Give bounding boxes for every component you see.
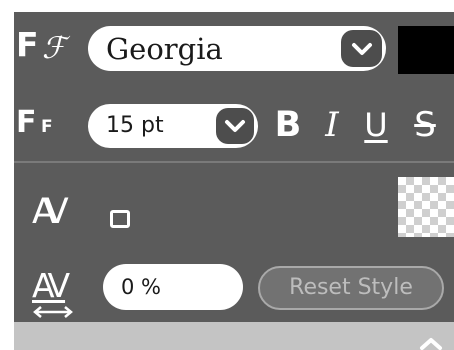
underline-button[interactable]: U (359, 103, 393, 147)
font-family-icon-script-letter: ℱ (42, 31, 66, 66)
letter-spacing-icon: AV (32, 266, 84, 326)
panel-body: F ℱ Georgia F F 15 pt B I U S AV AV 0 % … (14, 12, 454, 350)
double-arrow-icon (33, 306, 73, 318)
chevron-up-icon[interactable] (418, 336, 444, 350)
font-family-icon-letter: F (16, 25, 39, 64)
panel-bottom-bar (14, 322, 454, 350)
font-size-icon-big-letter: F (16, 105, 37, 140)
bold-button[interactable]: B (270, 103, 306, 147)
font-size-select[interactable]: 15 pt (88, 104, 258, 148)
font-size-icon: F F (16, 106, 76, 146)
font-size-value: 15 pt (106, 113, 164, 138)
text-color-swatch[interactable] (398, 26, 454, 74)
reset-style-button[interactable]: Reset Style (258, 266, 444, 310)
chevron-down-icon[interactable] (341, 30, 382, 67)
background-color-swatch[interactable] (398, 177, 454, 237)
chevron-down-icon[interactable] (216, 108, 254, 144)
kerning-checkbox[interactable] (110, 210, 130, 228)
font-family-icon: F ℱ (16, 25, 78, 69)
kerning-icon: AV (32, 192, 69, 232)
text-style-panel: F ℱ Georgia F F 15 pt B I U S AV AV 0 % … (0, 0, 454, 350)
font-family-select[interactable]: Georgia (88, 26, 386, 71)
font-family-value: Georgia (106, 32, 223, 66)
letter-spacing-input[interactable] (103, 264, 243, 310)
font-size-icon-small-letter: F (41, 117, 53, 137)
italic-button[interactable]: I (317, 103, 347, 147)
letter-spacing-icon-label: AV (32, 266, 70, 305)
strikethrough-button[interactable]: S (406, 103, 444, 147)
section-divider (14, 161, 454, 163)
